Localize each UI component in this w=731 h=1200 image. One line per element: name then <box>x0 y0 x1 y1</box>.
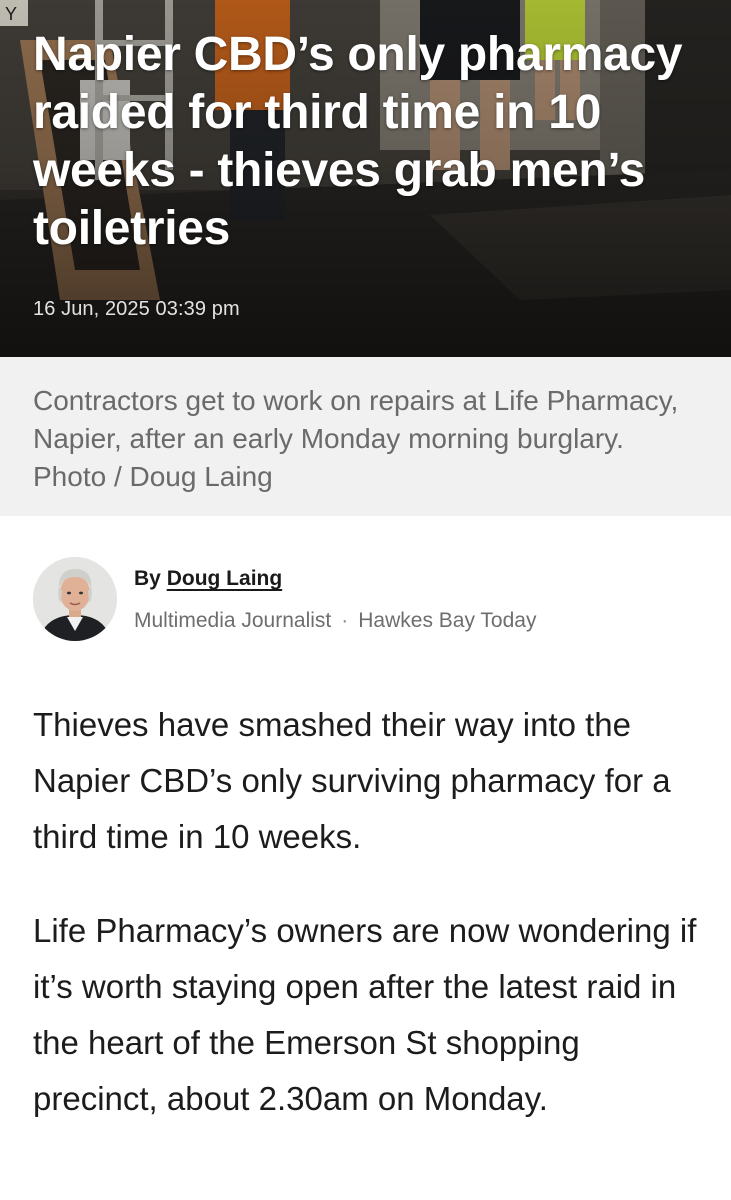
article-paragraph: Thieves have smashed their way into the … <box>33 706 671 855</box>
author-avatar-image <box>33 557 117 641</box>
photo-caption: Contractors get to work on repairs at Li… <box>0 357 731 516</box>
byline: By Doug Laing Multimedia Journalist · Hawk… <box>33 557 693 647</box>
byline-separator: · <box>341 609 349 632</box>
article-paragraph: Life Pharmacy’s owners are now wondering… <box>33 912 697 1117</box>
author-outlet: Hawkes Bay Today <box>358 609 537 632</box>
hero-image: Y Napier CBD’s only pharmacy raided for … <box>0 0 731 357</box>
byline-role-row: Multimedia Journalist · Hawkes Bay Today <box>134 609 536 633</box>
article-date: 16 Jun, 2025 03:39 pm <box>33 298 240 320</box>
author-avatar[interactable] <box>33 557 117 641</box>
byline-by-label: By <box>134 567 161 590</box>
author-role: Multimedia Journalist <box>134 609 332 632</box>
byline-author-row: By Doug Laing <box>134 567 282 591</box>
article-headline: Napier CBD’s only pharmacy raided for th… <box>33 28 683 255</box>
author-name-link[interactable]: Doug Laing <box>167 567 282 590</box>
photo-caption-text: Contractors get to work on repairs at Li… <box>33 385 679 492</box>
